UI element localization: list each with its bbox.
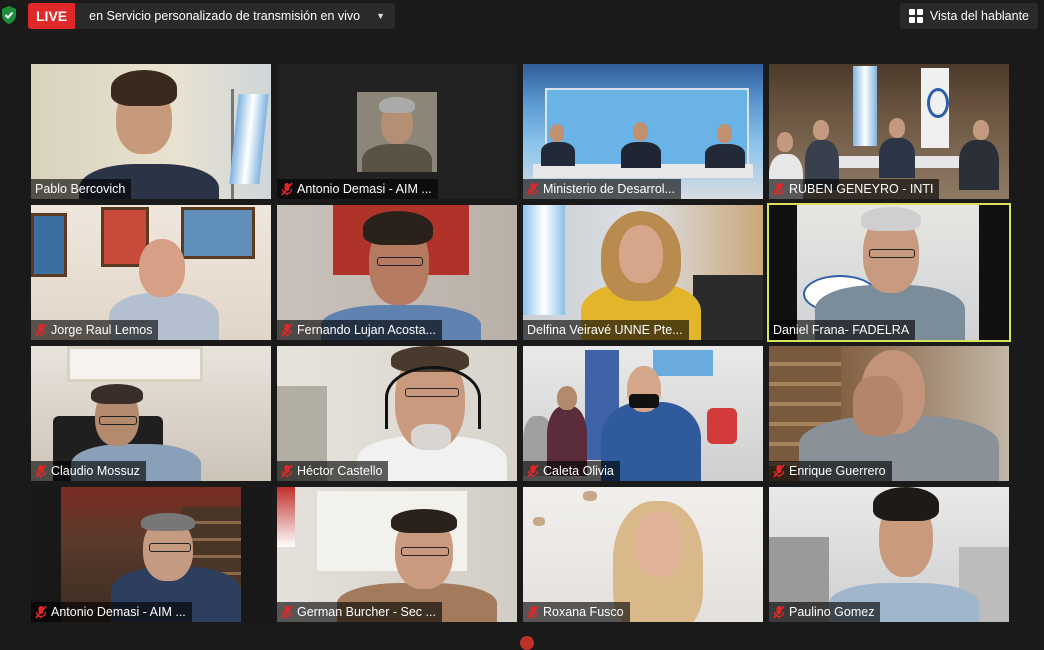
participant-tile[interactable]: Delfina Veiravé UNNE Pte... (523, 205, 763, 340)
muted-microphone-icon (35, 605, 47, 619)
participant-tile[interactable]: Antonio Demasi - AIM ... (31, 487, 271, 622)
participant-nameplate: Caleta Olivia (523, 461, 620, 481)
participant-tile[interactable]: Fernando Lujan Acosta... (277, 205, 517, 340)
participant-name: Héctor Castello (297, 464, 383, 478)
participant-name: RUBEN GENEYRO - INTI (789, 182, 934, 196)
participant-nameplate: Antonio Demasi - AIM ... (31, 602, 192, 622)
participant-nameplate: Paulino Gomez (769, 602, 881, 622)
live-badge: LIVE (28, 3, 76, 29)
muted-microphone-icon (35, 323, 47, 337)
participant-tile[interactable]: Roxana Fusco (523, 487, 763, 622)
muted-microphone-icon (527, 605, 539, 619)
participant-nameplate: Héctor Castello (277, 461, 389, 481)
participant-tile-active-speaker[interactable]: Daniel Frana- FADELRA (767, 203, 1011, 342)
live-stream-label: en Servicio personalizado de transmisión… (89, 9, 361, 23)
participant-name: Paulino Gomez (789, 605, 875, 619)
participant-tile[interactable]: Claudio Mossuz (31, 346, 271, 481)
participant-name: Jorge Raul Lemos (51, 323, 153, 337)
participant-tile[interactable]: Pablo Bercovich (31, 64, 271, 199)
participant-name: Pablo Bercovich (35, 182, 126, 196)
muted-microphone-icon (773, 182, 785, 196)
participant-nameplate: German Burcher - Sec ... (277, 602, 442, 622)
security-shield-icon[interactable] (0, 5, 18, 25)
participant-name: Claudio Mossuz (51, 464, 140, 478)
participant-tile[interactable]: Jorge Raul Lemos (31, 205, 271, 340)
speaker-view-label: Vista del hablante (929, 9, 1029, 23)
participant-tile[interactable]: Enrique Guerrero (769, 346, 1009, 481)
speaker-view-button[interactable]: Vista del hablante (899, 3, 1038, 29)
participant-nameplate: Claudio Mossuz (31, 461, 146, 481)
muted-microphone-icon (773, 464, 785, 478)
live-stream-control[interactable]: LIVE en Servicio personalizado de transm… (28, 3, 396, 29)
participant-name: Fernando Lujan Acosta... (297, 323, 436, 337)
participant-name: Enrique Guerrero (789, 464, 886, 478)
participant-name: German Burcher - Sec ... (297, 605, 436, 619)
participant-nameplate: Pablo Bercovich (31, 179, 132, 199)
muted-microphone-icon (35, 464, 47, 478)
participant-tile[interactable]: German Burcher - Sec ... (277, 487, 517, 622)
participant-nameplate: Daniel Frana- FADELRA (769, 320, 916, 340)
participant-nameplate: Enrique Guerrero (769, 461, 892, 481)
muted-microphone-icon (281, 323, 293, 337)
participant-name: Ministerio de Desarrol... (543, 182, 675, 196)
muted-microphone-icon (527, 182, 539, 196)
participant-tile[interactable]: Antonio Demasi - AIM ... (277, 64, 517, 199)
muted-microphone-icon (281, 464, 293, 478)
participant-name: Antonio Demasi - AIM ... (297, 182, 432, 196)
muted-microphone-icon (527, 464, 539, 478)
participant-name: Daniel Frana- FADELRA (773, 323, 910, 337)
participant-nameplate: Delfina Veiravé UNNE Pte... (523, 320, 689, 340)
muted-microphone-icon (281, 182, 293, 196)
participant-name: Delfina Veiravé UNNE Pte... (527, 323, 683, 337)
participant-tile[interactable]: RUBEN GENEYRO - INTI (769, 64, 1009, 199)
participant-name: Caleta Olivia (543, 464, 614, 478)
participant-name: Roxana Fusco (543, 605, 624, 619)
muted-microphone-icon (281, 605, 293, 619)
participant-nameplate: RUBEN GENEYRO - INTI (769, 179, 940, 199)
participant-nameplate: Fernando Lujan Acosta... (277, 320, 442, 340)
toolbar-peek-indicator (520, 636, 534, 650)
live-stream-dropdown[interactable]: en Servicio personalizado de transmisión… (75, 3, 396, 29)
muted-microphone-icon (773, 605, 785, 619)
participant-name: Antonio Demasi - AIM ... (51, 605, 186, 619)
participant-nameplate: Jorge Raul Lemos (31, 320, 159, 340)
top-bar: LIVE en Servicio personalizado de transm… (0, 0, 1044, 30)
participant-nameplate: Antonio Demasi - AIM ... (277, 179, 438, 199)
participant-nameplate: Ministerio de Desarrol... (523, 179, 681, 199)
participant-tile[interactable]: Héctor Castello (277, 346, 517, 481)
participant-tile[interactable]: Paulino Gomez (769, 487, 1009, 622)
grid-view-icon (908, 9, 923, 23)
participant-nameplate: Roxana Fusco (523, 602, 630, 622)
participant-tile[interactable]: Caleta Olivia (523, 346, 763, 481)
caret-down-icon: ▼ (376, 11, 386, 21)
participant-tile[interactable]: Ministerio de Desarrol... (523, 64, 763, 199)
